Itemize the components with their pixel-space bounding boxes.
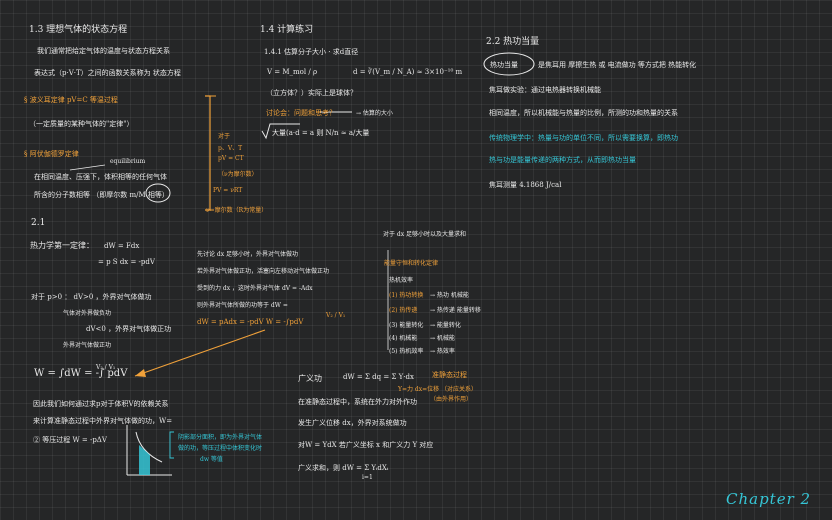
section-heading-2-1: 2.1 [31,218,46,228]
tree-item: → 热功 机械能 [430,292,469,299]
bracket-note: PV = νRT [213,187,243,194]
integral-bounds: V₂ / V₁ [326,312,346,319]
graph-note: 做的功，等压过程中体积变化时 [178,445,263,452]
note-line: 若外界对气体做正功，活塞向左移动对气体做正功 [197,268,330,275]
section-heading-1-4: 1.4 计算练习 [260,25,314,35]
note-line: 发生广义位移 dx，外界对系统做功 [298,419,407,427]
note-line-highlight: 热与功是能量传递的两种方式，从而即热功当量 [489,156,636,164]
subnote: （由外界作用） [430,396,473,403]
note-line: 是焦耳用 摩擦生热 或 电流做功 等方式把 热能转化 [538,61,697,69]
subheading: 1.4.1 估算分子大小 · 求d直径 [264,48,359,56]
note-line: ② 等压过程 W = -pΔV [33,436,107,444]
tree-item: (2) 热传递 [389,307,418,314]
graph-note: 阴影部分面积，即为外界对气体 [178,434,263,441]
note-line: 则外界对气体所做的功等于 dW = [197,302,288,309]
first-law-title: 热力学第一定律： [30,241,94,250]
tree-item: 热机效率 [389,277,414,284]
generalized-work-title: 广义功 [298,374,322,383]
note-line: → 估算的大小 [356,110,393,117]
note-line: 表达式（p·V·T）之间的函数关系称为 状态方程 [34,69,181,77]
note-line: （一定质量的某种气体的"定律"） [29,120,134,128]
sum-bounds: i=1 [362,474,373,481]
tree-item: (1) 热功转换 [389,292,424,299]
tree-item: (4) 机械能 [389,335,418,342]
equation: = p S dx = -pdV [98,258,155,266]
circled-term: 热功当量 [490,61,518,69]
bracket-note: pV = CT [218,155,244,162]
discussion-question: 讨论会：问题和思考？ [266,109,336,117]
note-line: 相同温度，所以机械能与热量的比例，所测的功和热量的关系 [489,109,678,117]
boyle-law: § 波义耳定律 pV=C 等温过程 [24,96,118,104]
note-line: 因此我们如何通过求p对于体积V的依赖关系 [33,400,169,408]
equation: dW = Σ dq = Σ Y·dx [343,373,414,381]
equation: d = ∛(V_m / N_A) ≈ 3×10⁻¹⁰ m [353,68,463,76]
note-line: 我们通常把给定气体的温度与状态方程关系 [37,47,170,55]
bracket-note: 对于 [218,133,231,140]
avogadro-law: § 阿伏伽德罗定律 [24,150,79,158]
note-line: 对W = YdX 若广义坐标 x 和广义力 Y 对应 [298,441,434,449]
note-line: 所含的分子数相等 （即摩尔数 m/M 相等） [34,191,169,199]
bracket-note: （ν为摩尔数） [218,171,258,178]
bracket-note: p、V、T [218,145,243,152]
note-line: 广义求和，则 dW = Σ YᵢdXᵢ [298,464,389,472]
note-line: 气体对外界做负功 [63,310,112,317]
note-line: 受到的力 dx ，这时外界对气体 dV = -Adx [197,285,313,292]
tree-item: → 机械能 [430,335,455,342]
work-equation: dW = pAdx = -pdV W = -∫pdV [197,318,304,326]
tree-item: → 热效率 [430,348,455,355]
equation: 大量(a·d = a 则 N/n ≈ a/大量 [272,129,370,137]
joule-value: 焦耳测量 4.1868 J/cal [489,181,562,189]
chapter-signature: Chapter 2 [726,490,812,508]
tree-item: (5) 热机效率 [389,348,424,355]
note-line: 先讨论 dx 足够小时，外界对气体做功 [197,251,299,258]
tree-item: (3) 能量转化 [389,322,424,329]
equation: dW = Fdx [104,242,140,250]
note-line: 对于 p>0 ： dV>0 ，外界对气体做功 [31,293,152,301]
tree-item: → 热传递 能量转移 [430,307,481,314]
note-line: 焦耳做实验：通过电热器转换机械能 [489,86,601,94]
subnote: Y=力 dx=位移 （对应关系） [398,386,478,393]
equilibrium-note: equilibrium [110,158,146,165]
section-heading-1-3: 1.3 理想气体的状态方程 [29,25,128,35]
equation: V = M_mol / ρ [267,68,318,76]
note-line: 外界对气体做正功 [63,342,112,349]
note-line: dV<0 ，外界对气体做正功 [86,325,172,333]
graph-note: dw 等值 [200,456,223,463]
note-line: 在准静态过程中，系统在外力对外作功 [298,398,417,406]
note-line: 在相同温度、压强下，体积相等的任何气体 [34,173,167,181]
tree-heading: 对于 dx 足够小时以及大量求和 [383,231,467,238]
note-line-highlight: 传统物理学中：热量与功的单位不同，所以需要换算，即热功 [489,134,678,142]
section-heading-2-2: 2.2 热功当量 [486,37,540,47]
tree-heading: 能量守恒和转化定律 [384,260,439,267]
tree-item: → 能量转化 [430,322,461,329]
quasistatic-label: 准静态过程 [432,371,467,379]
note-line: （立方体？）实际上是球体？ [266,89,357,97]
integral-bounds: V₂ / V₁ [96,364,116,371]
bracket-note: ν=摩尔数（R为常量） [206,207,268,214]
note-line: 来计算准静态过程中外界对气体做的功，W= [33,417,173,425]
